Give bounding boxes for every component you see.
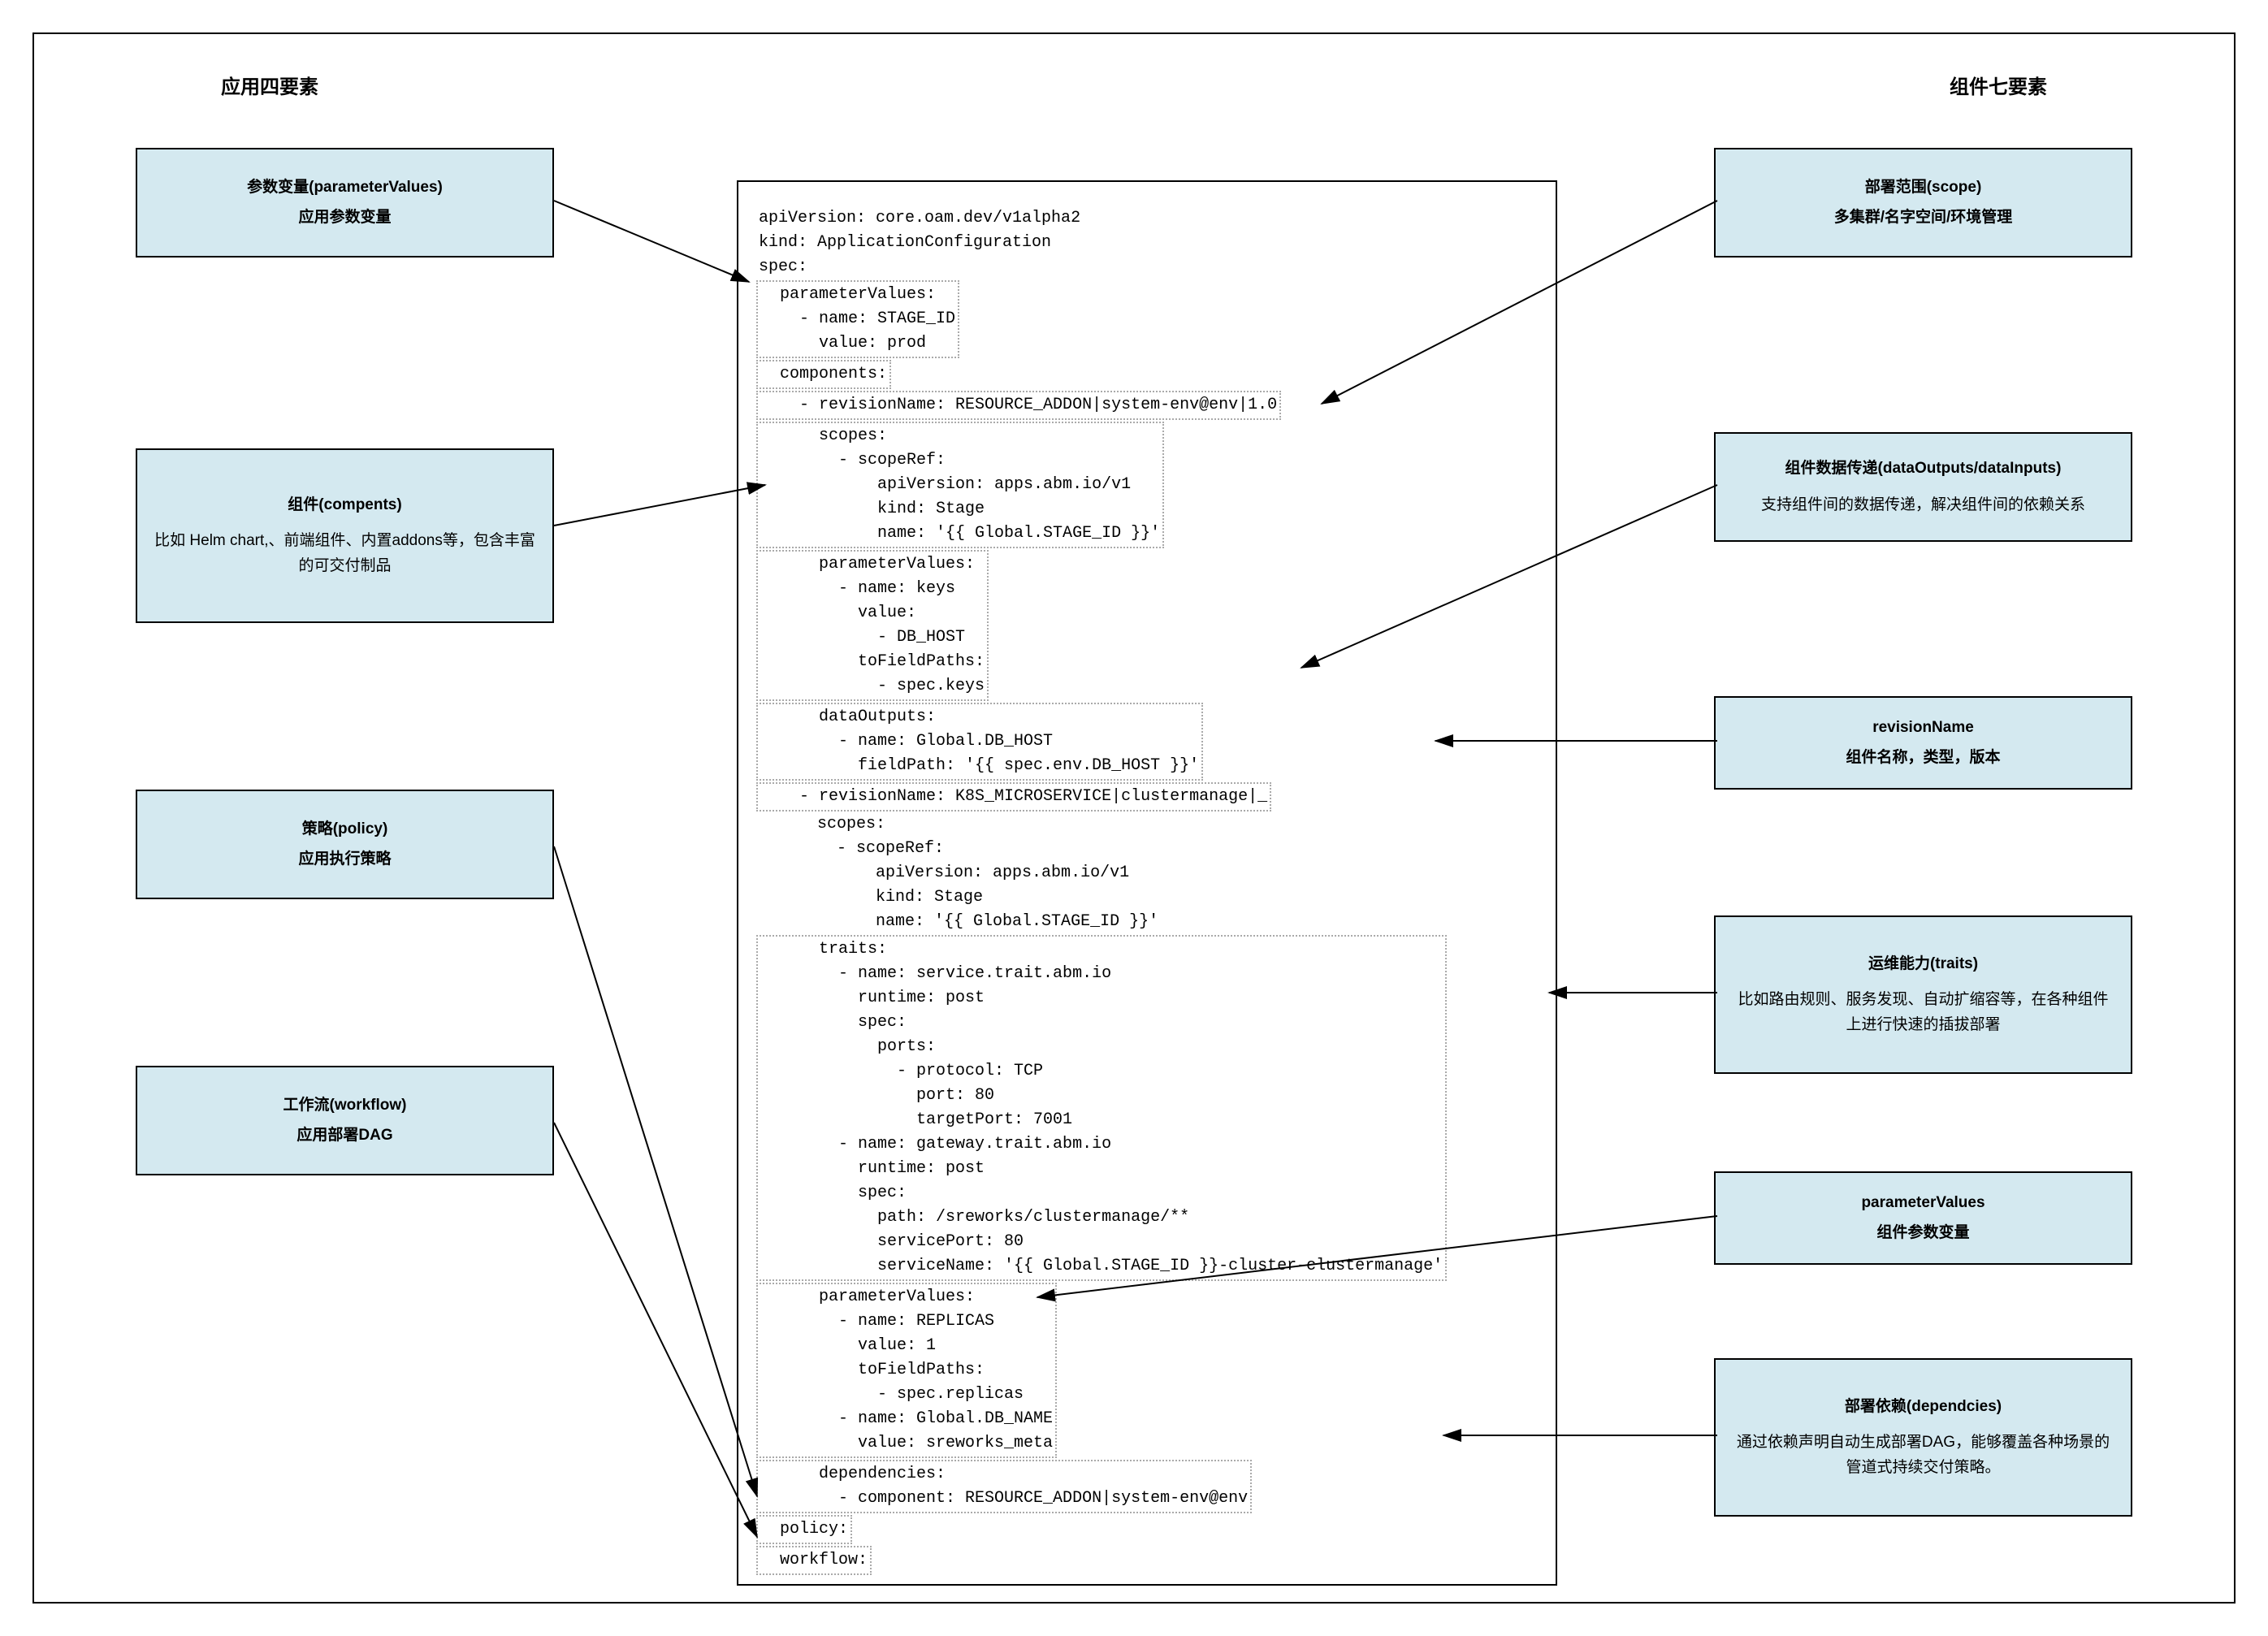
box-title: 组件(compents): [288, 493, 401, 517]
yaml-api-version: apiVersion: core.oam.dev/v1alpha2: [759, 209, 1080, 227]
box-title: parameterValues: [1861, 1191, 1984, 1215]
yaml-workflow: workflow:: [756, 1546, 872, 1575]
yaml-scopes1: scopes: - scopeRef: apiVersion: apps.abm…: [756, 422, 1164, 548]
box-title: 部署依赖(dependcies): [1845, 1395, 2002, 1419]
box-title: 策略(policy): [302, 817, 388, 842]
box-title: 部署范围(scope): [1865, 175, 1982, 200]
box-parameter-values-comp: parameterValues 组件参数变量: [1714, 1171, 2132, 1265]
arrow-l4: [554, 1123, 757, 1537]
box-subtitle: 应用部署DAG: [296, 1123, 392, 1148]
box-workflow: 工作流(workflow) 应用部署DAG: [136, 1066, 554, 1175]
arrow-l3: [554, 846, 757, 1496]
box-components: 组件(compents) 比如 Helm chart,、前端组件、内置addon…: [136, 448, 554, 623]
box-title: 工作流(workflow): [284, 1093, 407, 1118]
yaml-policy: policy:: [756, 1515, 852, 1544]
box-subtitle: 多集群/名字空间/环境管理: [1834, 206, 2013, 230]
yaml-pv2: parameterValues: - name: REPLICAS value:…: [756, 1283, 1057, 1458]
yaml-config: apiVersion: core.oam.dev/v1alpha2 kind: …: [737, 180, 1557, 1586]
yaml-spec: spec:: [759, 258, 807, 276]
box-title: 运维能力(traits): [1868, 952, 1978, 976]
yaml-rev2: - revisionName: K8S_MICROSERVICE|cluster…: [756, 782, 1271, 812]
box-desc: 比如 Helm chart,、前端组件、内置addons等，包含丰富的可交付制品: [154, 529, 536, 578]
heading-app-4-elements: 应用四要素: [221, 71, 318, 99]
diagram-container: 应用四要素 组件七要素 参数变量(parameterValues) 应用参数变量…: [32, 32, 2236, 1604]
box-subtitle: 应用参数变量: [298, 206, 391, 230]
yaml-scopes2: scopes: - scopeRef: apiVersion: apps.abm…: [759, 815, 1158, 931]
box-subtitle: 组件参数变量: [1876, 1221, 1969, 1245]
arrow-l2: [554, 485, 765, 526]
yaml-rev1: - revisionName: RESOURCE_ADDON|system-en…: [756, 391, 1281, 420]
yaml-traits: traits: - name: service.trait.abm.io run…: [756, 935, 1447, 1281]
yaml-pv1: parameterValues: - name: keys value: - D…: [756, 550, 989, 701]
box-desc: 通过依赖声明自动生成部署DAG，能够覆盖各种场景的管道式持续交付策略。: [1732, 1430, 2114, 1480]
box-parameter-values-app: 参数变量(parameterValues) 应用参数变量: [136, 148, 554, 258]
yaml-dataout: dataOutputs: - name: Global.DB_HOST fiel…: [756, 703, 1203, 781]
yaml-pv-block: parameterValues: - name: STAGE_ID value:…: [756, 280, 959, 358]
yaml-kind: kind: ApplicationConfiguration: [759, 233, 1051, 252]
box-title: 参数变量(parameterValues): [247, 175, 443, 200]
box-dependencies: 部署依赖(dependcies) 通过依赖声明自动生成部署DAG，能够覆盖各种场…: [1714, 1358, 2132, 1517]
yaml-components: components:: [756, 360, 891, 389]
box-data-outputs: 组件数据传递(dataOutputs/dataInputs) 支持组件间的数据传…: [1714, 432, 2132, 542]
box-subtitle: 组件名称，类型，版本: [1846, 746, 2000, 770]
arrow-l1: [554, 201, 749, 282]
yaml-deps: dependencies: - component: RESOURCE_ADDO…: [756, 1460, 1252, 1513]
box-revision-name: revisionName 组件名称，类型，版本: [1714, 696, 2132, 790]
box-title: 组件数据传递(dataOutputs/dataInputs): [1785, 457, 2062, 481]
box-desc: 比如路由规则、服务发现、自动扩缩容等，在各种组件上进行快速的插拔部署: [1732, 988, 2114, 1037]
box-subtitle: 应用执行策略: [298, 847, 391, 872]
heading-component-7-elements: 组件七要素: [1950, 71, 2047, 99]
box-title: revisionName: [1872, 716, 1974, 740]
box-scope: 部署范围(scope) 多集群/名字空间/环境管理: [1714, 148, 2132, 258]
box-policy: 策略(policy) 应用执行策略: [136, 790, 554, 899]
box-traits: 运维能力(traits) 比如路由规则、服务发现、自动扩缩容等，在各种组件上进行…: [1714, 915, 2132, 1074]
box-desc: 支持组件间的数据传递，解决组件间的依赖关系: [1761, 493, 2085, 517]
